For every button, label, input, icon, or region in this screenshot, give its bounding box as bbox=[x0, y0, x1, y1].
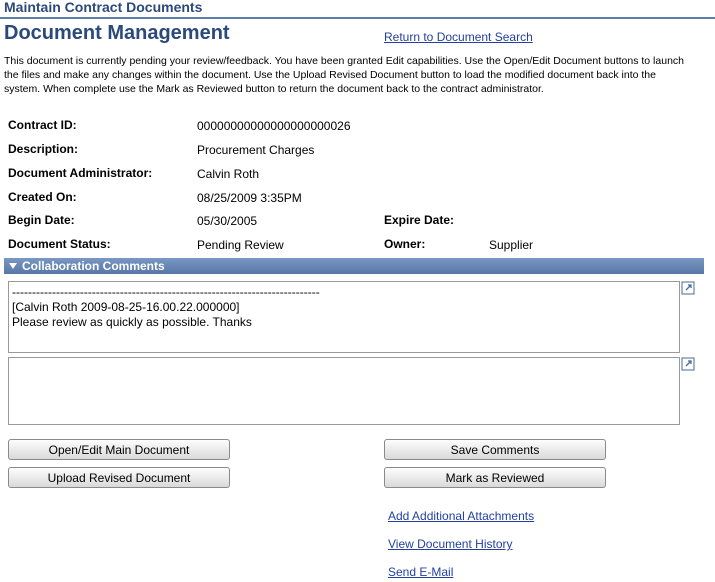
document-status-label: Document Status: bbox=[8, 237, 111, 251]
expand-comments-icon[interactable] bbox=[681, 281, 695, 295]
return-to-search-link[interactable]: Return to Document Search bbox=[384, 30, 533, 44]
page-header-title: Maintain Contract Documents bbox=[4, 0, 203, 15]
description-label: Description: bbox=[8, 142, 79, 156]
begin-date-label: Begin Date: bbox=[8, 213, 75, 227]
send-email-link[interactable]: Send E-Mail bbox=[388, 565, 453, 579]
description-value: Procurement Charges bbox=[197, 143, 315, 157]
contract-id-value: 00000000000000000000026 bbox=[197, 119, 351, 133]
contract-id-label: Contract ID: bbox=[8, 118, 77, 132]
owner-label: Owner: bbox=[384, 237, 426, 251]
existing-comments-box[interactable]: ----------------------------------------… bbox=[8, 281, 680, 353]
begin-date-value: 05/30/2005 bbox=[197, 214, 258, 228]
administrator-value: Calvin Roth bbox=[197, 167, 260, 181]
instructions-text: This document is currently pending your … bbox=[4, 55, 684, 95]
mark-as-reviewed-button[interactable]: Mark as Reviewed bbox=[384, 467, 606, 488]
collaboration-section-title: Collaboration Comments bbox=[22, 259, 165, 273]
owner-value: Supplier bbox=[489, 238, 534, 252]
open-edit-document-button[interactable]: Open/Edit Main Document bbox=[8, 439, 230, 460]
document-status-value: Pending Review bbox=[197, 238, 284, 252]
administrator-label: Document Administrator: bbox=[8, 166, 153, 180]
expire-date-label: Expire Date: bbox=[384, 213, 455, 227]
new-comment-input[interactable] bbox=[8, 357, 680, 425]
created-on-label: Created On: bbox=[8, 190, 77, 204]
created-on-value: 08/25/2009 3:35PM bbox=[197, 191, 302, 205]
collapse-triangle-icon[interactable] bbox=[9, 263, 17, 269]
view-document-history-link[interactable]: View Document History bbox=[388, 537, 513, 551]
collaboration-section-header[interactable]: Collaboration Comments bbox=[4, 258, 704, 274]
save-comments-button[interactable]: Save Comments bbox=[384, 439, 606, 460]
add-attachments-link[interactable]: Add Additional Attachments bbox=[388, 509, 534, 523]
expand-new-comment-icon[interactable] bbox=[681, 357, 695, 371]
upload-revised-document-button[interactable]: Upload Revised Document bbox=[8, 467, 230, 488]
page-title: Document Management bbox=[4, 22, 230, 44]
page-header: Maintain Contract Documents bbox=[0, 0, 715, 19]
